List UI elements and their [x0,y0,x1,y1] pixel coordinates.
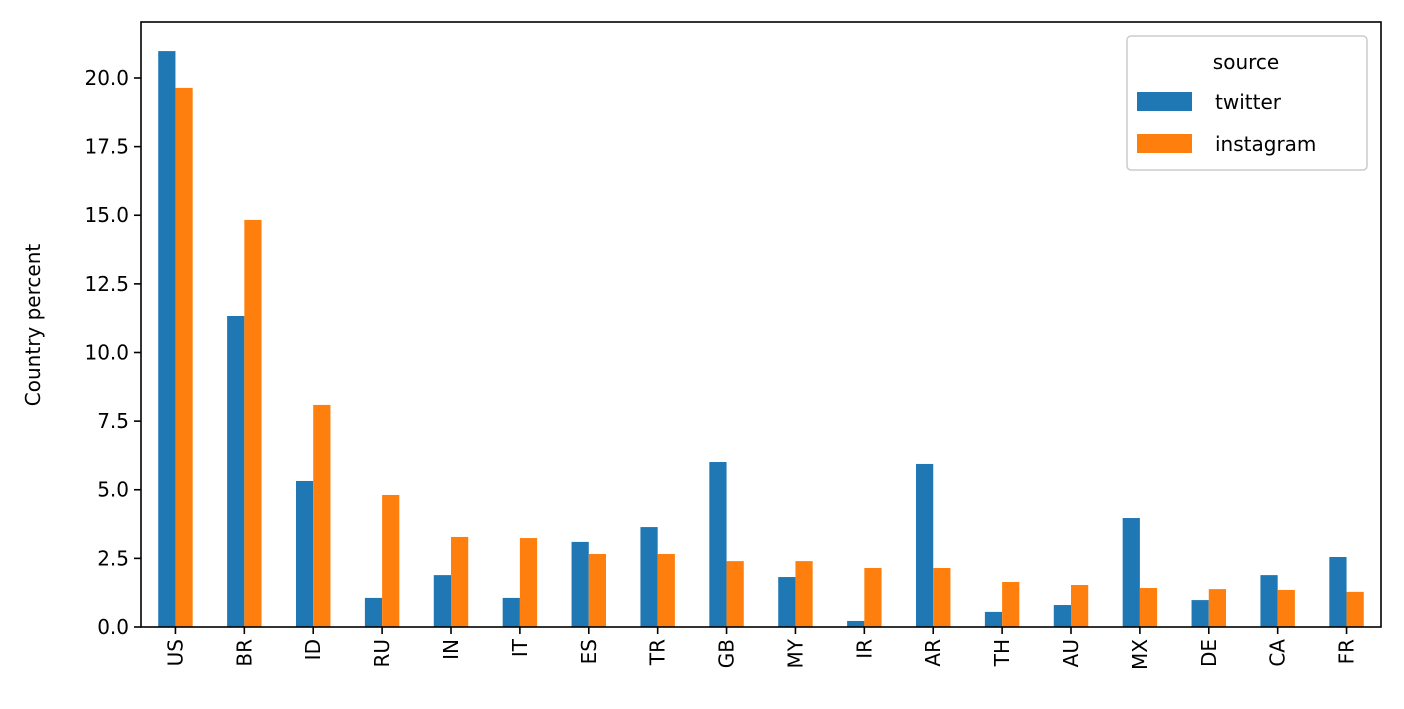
legend-swatch-instagram [1137,134,1192,153]
x-tick-label-MX: MX [1128,639,1152,670]
x-tick-label-AU: AU [1059,639,1083,667]
y-tick-label: 2.5 [97,546,129,570]
bar-twitter-AR [916,463,934,627]
legend-title: source [1213,50,1279,74]
x-tick-label-IN: IN [439,639,463,660]
bar-twitter-CA [1260,575,1278,627]
bar-twitter-TR [640,527,658,627]
bar-twitter-RU [364,597,383,627]
bar-instagram-FR [1346,591,1364,627]
bar-instagram-MX [1139,588,1158,627]
bar-instagram-RU [382,494,400,627]
bar-instagram-IT [519,538,538,627]
bar-instagram-TR [657,553,675,627]
bar-instagram-ES [588,553,606,627]
bar-twitter-GB [709,462,727,627]
legend-swatch-twitter [1137,92,1192,111]
bar-twitter-IT [502,597,520,627]
legend-label-instagram: instagram [1215,132,1316,156]
bar-twitter-BR [227,315,245,627]
bar-instagram-ID [313,404,331,627]
bar-twitter-IR [847,620,865,627]
x-tick-label-TH: TH [990,639,1014,667]
legend-label-twitter: twitter [1215,90,1282,114]
bar-instagram-AU [1071,585,1089,627]
bar-instagram-US [175,87,193,627]
bar-instagram-IN [451,536,469,627]
bar-twitter-AU [1053,605,1071,627]
bar-twitter-ES [571,541,589,627]
x-tick-label-ES: ES [577,639,601,664]
bar-twitter-FR [1329,557,1347,627]
y-tick-label: 15.0 [84,203,129,227]
x-tick-label-RU: RU [370,639,394,668]
x-tick-label-BR: BR [232,639,256,667]
x-tick-label-ID: ID [301,639,325,660]
y-tick-label: 7.5 [97,409,129,433]
x-tick-label-DE: DE [1197,639,1221,667]
x-tick-label-IT: IT [508,638,532,657]
bar-twitter-TH [984,611,1003,627]
y-tick-label: 12.5 [84,272,129,296]
bar-instagram-AR [933,567,951,627]
x-tick-label-US: US [163,639,187,666]
legend: source twitter instagram [1126,35,1368,171]
bar-instagram-IR [864,567,882,627]
bar-chart: 0.0 2.5 5.0 7.5 10.0 12.5 15.0 17.5 20.0 US BR ID R… [0,0,1404,709]
y-tick-label: 20.0 [84,66,129,90]
bar-instagram-DE [1208,589,1226,627]
bar-instagram-TH [1002,581,1020,627]
y-tick-label: 10.0 [84,340,129,364]
y-tick-label: 17.5 [84,135,129,159]
x-tick-label-IR: IR [852,639,876,659]
bar-twitter-ID [296,480,314,627]
bar-twitter-MY [778,577,796,627]
y-tick-label: 5.0 [97,478,129,502]
x-tick-label-GB: GB [715,639,739,668]
x-tick-label-TR: TR [646,639,670,666]
x-tick-label-CA: CA [1266,639,1290,667]
bar-twitter-IN [433,575,451,627]
bar-instagram-MY [795,561,813,627]
bar-instagram-GB [726,561,744,627]
x-tick-label-FR: FR [1335,639,1359,665]
y-tick-label: 0.0 [97,615,129,639]
y-axis-label: Country percent [21,244,45,407]
x-tick-label-MY: MY [783,638,807,668]
bar-twitter-MX [1122,518,1140,627]
bar-twitter-US [158,51,176,627]
x-tick-label-AR: AR [921,639,945,667]
bar-instagram-CA [1277,589,1295,627]
bar-instagram-BR [244,219,262,627]
bar-twitter-DE [1191,600,1209,627]
